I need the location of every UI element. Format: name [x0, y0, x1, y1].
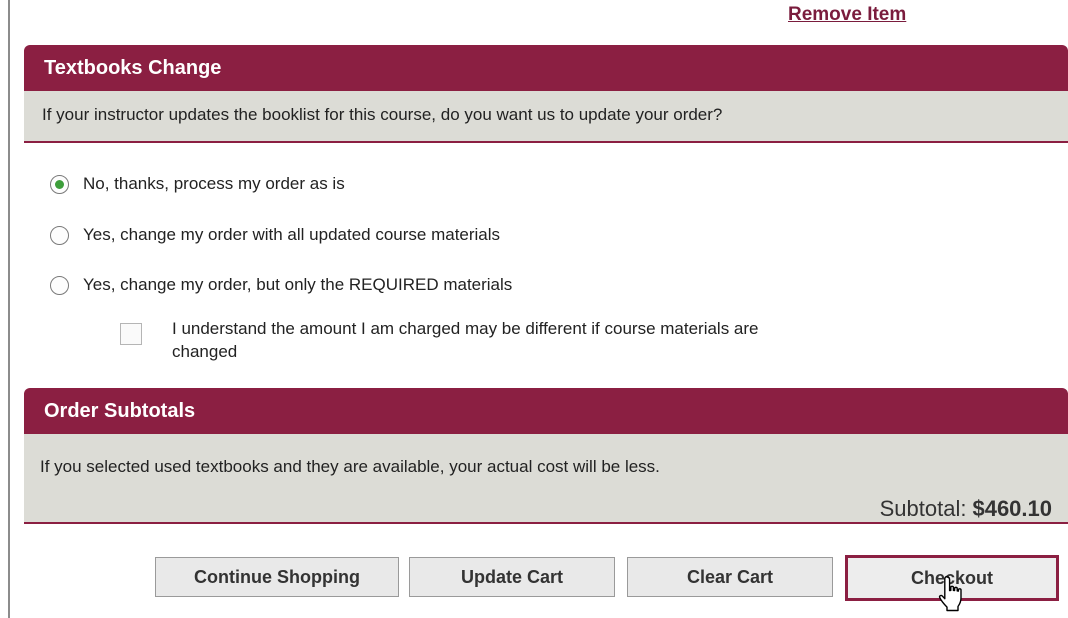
acknowledge-row[interactable]: I understand the amount I am charged may…: [120, 317, 940, 363]
subtotal-label: Subtotal:: [879, 496, 967, 521]
textbooks-change-header: Textbooks Change: [24, 45, 1068, 91]
radio-required-only[interactable]: [50, 275, 69, 295]
continue-shopping-button[interactable]: Continue Shopping: [155, 557, 399, 597]
subtotal: Subtotal: $460.10: [880, 496, 1052, 522]
acknowledge-label-line1: I understand the amount I am charged may…: [172, 319, 759, 338]
clear-cart-button[interactable]: Clear Cart: [627, 557, 833, 597]
subtotal-value: $460.10: [972, 496, 1052, 521]
left-border: [8, 0, 10, 618]
option-all-updated[interactable]: Yes, change my order with all updated co…: [50, 223, 500, 247]
acknowledge-label-line2: changed: [172, 342, 238, 361]
option-required-only[interactable]: Yes, change my order, but only the REQUI…: [50, 273, 512, 297]
option-no-thanks-label: No, thanks, process my order as is: [83, 174, 345, 193]
radio-no-thanks[interactable]: [50, 174, 69, 194]
used-textbooks-note: If you selected used textbooks and they …: [40, 457, 660, 476]
acknowledge-label: I understand the amount I am charged may…: [172, 317, 759, 363]
order-subtotals-header: Order Subtotals: [24, 388, 1068, 434]
option-all-updated-label: Yes, change my order with all updated co…: [83, 225, 501, 244]
remove-item-link[interactable]: Remove Item: [788, 4, 906, 26]
order-subtotals-bar: If you selected used textbooks and they …: [24, 434, 1068, 524]
acknowledge-checkbox[interactable]: [120, 323, 142, 345]
hand-pointer-icon: [938, 575, 962, 612]
textbooks-change-question: If your instructor updates the booklist …: [42, 105, 723, 124]
radio-all-updated[interactable]: [50, 225, 69, 245]
update-cart-button[interactable]: Update Cart: [409, 557, 615, 597]
option-required-only-label: Yes, change my order, but only the REQUI…: [83, 275, 513, 294]
textbooks-change-question-bar: If your instructor updates the booklist …: [24, 91, 1068, 143]
option-no-thanks[interactable]: No, thanks, process my order as is: [50, 172, 345, 196]
